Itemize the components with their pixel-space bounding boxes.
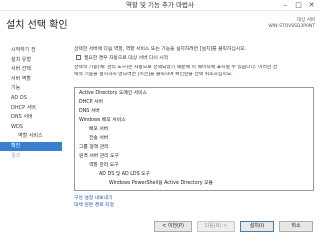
wizard-nav: 시작하기 전 설치 유형 서버 선택 서버 역할 기능 AD DS DHCP 서… bbox=[0, 46, 62, 218]
page-title: 설치 선택 확인 bbox=[6, 20, 68, 31]
feature-item: Windows 배포 서비스 bbox=[79, 118, 126, 123]
minimize-icon[interactable]: – bbox=[279, 0, 292, 11]
selected-features-list[interactable]: Active Directory 도메인 서비스 DHCP 서버 DNS 서버 … bbox=[74, 87, 314, 191]
feature-item: 원격 서버 관리 도구 bbox=[79, 154, 119, 159]
nav-item-server-selection[interactable]: 서버 선택 bbox=[0, 65, 62, 74]
note-line: 택적 기능을 설치하지 않으려면 [이전]을 클릭하여 확인란을 선택 취소하십… bbox=[74, 71, 233, 77]
restart-option[interactable]: 필요한 경우 자동으로 대상 서버 다시 시작 bbox=[76, 54, 276, 62]
feature-item: DNS 서버 bbox=[79, 109, 100, 114]
destination-server-name: WIN-STOV8SD3P0NT bbox=[268, 24, 315, 29]
window-title: 역할 및 기능 추가 마법사 bbox=[125, 1, 195, 9]
restart-checkbox[interactable] bbox=[76, 54, 81, 60]
feature-item: 역할 관리 도구 bbox=[89, 163, 119, 168]
nav-item-dhcp-server[interactable]: DHCP 서버 bbox=[0, 104, 62, 113]
cancel-button[interactable]: 취소 bbox=[279, 221, 313, 232]
nav-item-confirmation[interactable]: 확인 bbox=[0, 142, 62, 151]
nav-item-server-roles[interactable]: 서버 역할 bbox=[0, 75, 62, 84]
nav-item-before-you-begin[interactable]: 시작하기 전 bbox=[0, 46, 62, 55]
nav-item-wds[interactable]: WDS bbox=[0, 123, 62, 132]
feature-item: Windows PowerShell용 Active Directory 모듈 bbox=[109, 181, 213, 186]
maximize-icon[interactable]: □ bbox=[292, 0, 305, 11]
export-settings-link[interactable]: 구성 설정 내보내기 bbox=[74, 194, 112, 201]
optional-features-note: 선택적 기능(예: 관리 도구)은 자동으로 선택되었기 때문에 이 페이지에 … bbox=[74, 65, 316, 78]
nav-item-results: 결과 bbox=[11, 152, 21, 159]
feature-item: 전송 서버 bbox=[89, 136, 109, 141]
restart-checkbox-label: 필요한 경우 자동으로 대상 서버 다시 시작 bbox=[84, 56, 169, 61]
title-bar: 역할 및 기능 추가 마법사 – □ ✕ bbox=[0, 0, 320, 11]
nav-item-features[interactable]: 기능 bbox=[0, 84, 62, 93]
previous-button[interactable]: < 이전(P) bbox=[154, 221, 192, 232]
install-button[interactable]: 설치(I) bbox=[240, 221, 274, 232]
feature-item: Active Directory 도메인 서비스 bbox=[79, 91, 147, 96]
nav-item-dns-server[interactable]: DNS 서버 bbox=[0, 113, 62, 122]
nav-item-installation-type[interactable]: 설치 유형 bbox=[0, 56, 62, 65]
feature-item: DHCP 서버 bbox=[79, 100, 103, 105]
nav-item-ad-ds[interactable]: AD DS bbox=[0, 94, 62, 103]
feature-item: 그룹 정책 관리 bbox=[79, 145, 109, 150]
close-icon[interactable]: ✕ bbox=[305, 0, 318, 11]
feature-item: 배포 서버 bbox=[89, 127, 109, 132]
intro-text: 선택한 서버에 다음 역할, 역할 서비스 또는 기능을 설치하려면 [설치]를… bbox=[74, 47, 247, 52]
nav-item-role-services[interactable]: 역할 서비스 bbox=[0, 132, 62, 141]
alternate-source-link[interactable]: 대체 원본 경로 지정 bbox=[74, 201, 114, 208]
feature-item: AD DS 및 AD LDS 도구 bbox=[99, 172, 150, 177]
destination-server-info: 대상 서버 WIN-STOV8SD3P0NT bbox=[268, 18, 315, 30]
next-button[interactable]: 다음(N) > bbox=[197, 221, 235, 232]
